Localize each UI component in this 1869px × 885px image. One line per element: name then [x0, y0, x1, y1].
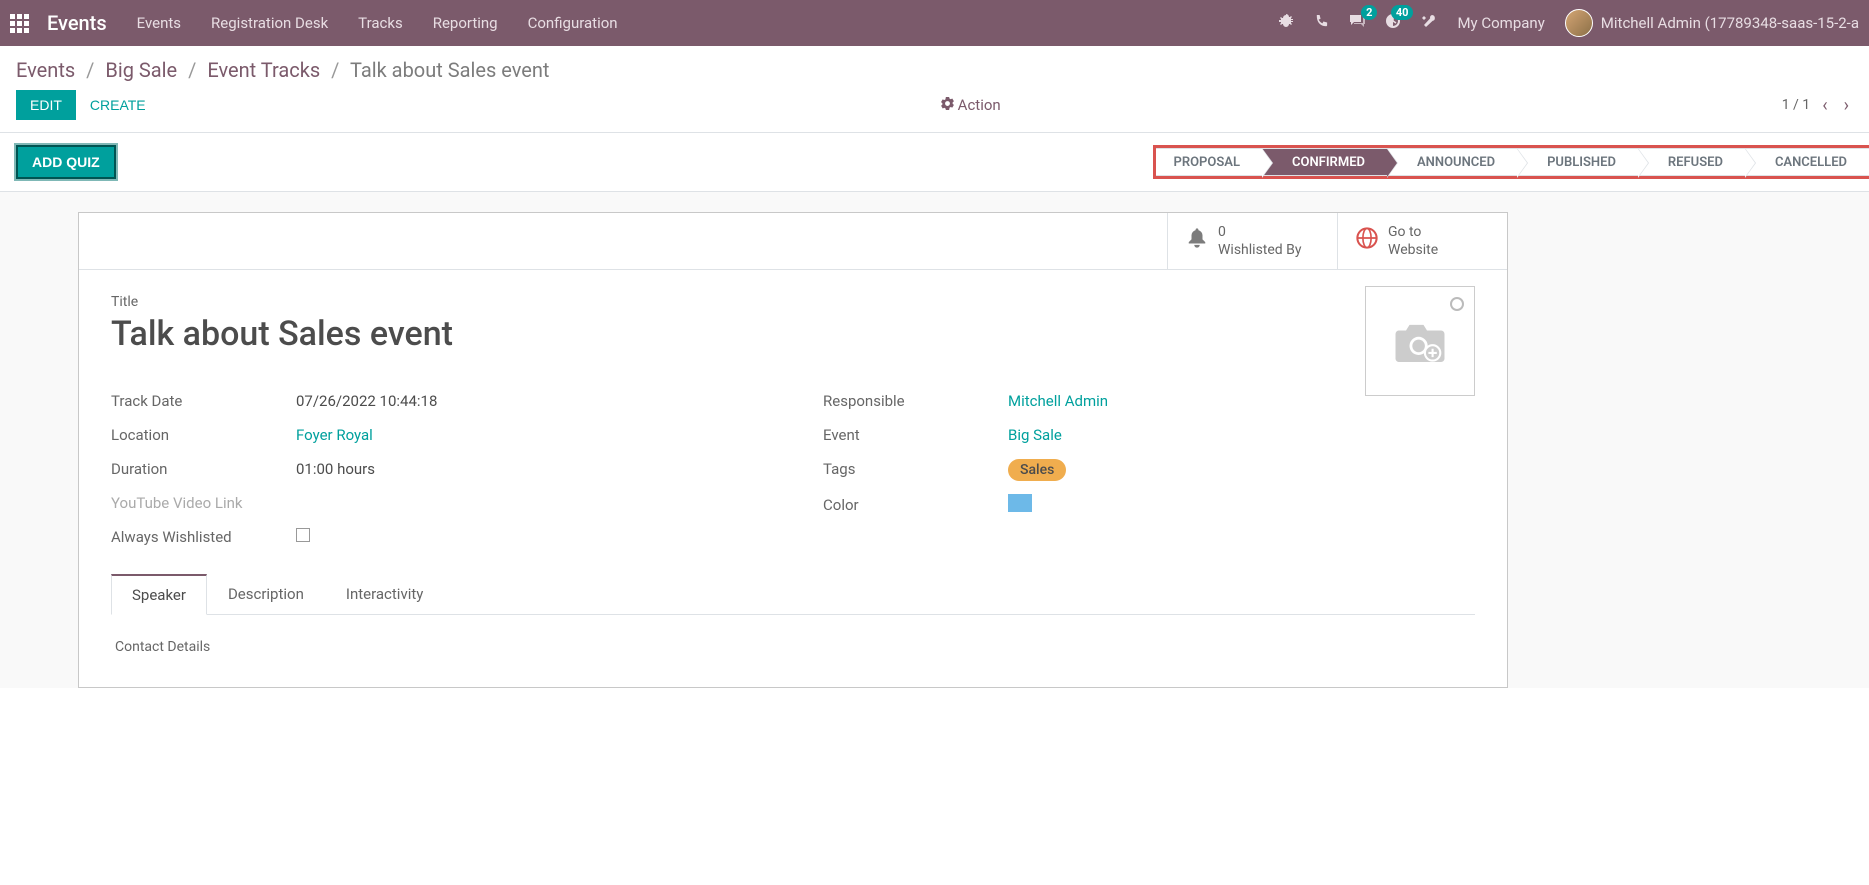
tag-sales[interactable]: Sales [1008, 459, 1066, 481]
tab-content: Contact Details [111, 615, 1475, 663]
gear-icon [941, 96, 954, 114]
track-date-label: Track Date [111, 392, 296, 410]
camera-icon [1385, 311, 1455, 371]
messages-badge: 2 [1361, 5, 1377, 20]
color-label: Color [823, 496, 1008, 514]
tools-icon[interactable] [1421, 13, 1437, 33]
notebook-tabs: Speaker Description Interactivity [111, 574, 1475, 615]
stage-refused[interactable]: REFUSED [1638, 148, 1745, 176]
main-menu: Events Registration Desk Tracks Reportin… [137, 14, 618, 32]
pager-next[interactable]: › [1840, 95, 1853, 116]
nav-reporting[interactable]: Reporting [433, 14, 498, 32]
tags-label: Tags [823, 460, 1008, 478]
user-name: Mitchell Admin (17789348-saas-15-2-a [1601, 14, 1859, 32]
pager-text[interactable]: 1 / 1 [1782, 97, 1810, 113]
company-selector[interactable]: My Company [1457, 14, 1544, 32]
responsible-label: Responsible [823, 392, 1008, 410]
systray: 2 40 My Company Mitchell Admin (17789348… [1278, 9, 1859, 37]
phone-icon[interactable] [1314, 14, 1329, 33]
stage-confirmed[interactable]: CONFIRMED [1262, 148, 1387, 176]
responsible-value[interactable]: Mitchell Admin [1008, 392, 1108, 410]
event-value[interactable]: Big Sale [1008, 426, 1062, 444]
image-placeholder[interactable] [1365, 286, 1475, 396]
breadcrumb-row: Events / Big Sale / Event Tracks / Talk … [0, 46, 1869, 84]
wishlist-label: Wishlisted By [1218, 241, 1302, 259]
activities-icon[interactable]: 40 [1385, 13, 1401, 33]
youtube-label: YouTube Video Link [111, 494, 296, 512]
title-value: Talk about Sales event [111, 314, 1475, 354]
activities-badge: 40 [1391, 5, 1414, 20]
messages-icon[interactable]: 2 [1349, 13, 1365, 33]
crumb-big-sale[interactable]: Big Sale [105, 58, 177, 82]
wishlisted-by-button[interactable]: 0 Wishlisted By [1167, 213, 1337, 269]
top-navbar: Events Events Registration Desk Tracks R… [0, 0, 1869, 46]
tab-speaker[interactable]: Speaker [111, 574, 207, 615]
globe-icon [1356, 227, 1378, 255]
stage-published[interactable]: PUBLISHED [1517, 148, 1638, 176]
tab-interactivity[interactable]: Interactivity [325, 574, 445, 615]
form-view: 0 Wishlisted By Go to Website [0, 192, 1869, 688]
color-swatch[interactable] [1008, 494, 1032, 512]
tab-description[interactable]: Description [207, 574, 325, 615]
left-column: Track Date 07/26/2022 10:44:18 Location … [111, 384, 763, 554]
pager: 1 / 1 ‹ › [1782, 95, 1853, 116]
statusbar: PROPOSALCONFIRMEDANNOUNCEDPUBLISHEDREFUS… [1153, 145, 1869, 179]
always-wishlisted-checkbox[interactable] [296, 528, 310, 542]
right-column: Responsible Mitchell Admin Event Big Sal… [823, 384, 1475, 554]
user-menu[interactable]: Mitchell Admin (17789348-saas-15-2-a [1565, 9, 1859, 37]
go-to-website-button[interactable]: Go to Website [1337, 213, 1507, 269]
contact-details-heading: Contact Details [115, 639, 1471, 655]
add-quiz-button[interactable]: ADD QUIZ [16, 145, 116, 179]
button-box: 0 Wishlisted By Go to Website [79, 213, 1507, 270]
wishlist-count: 0 [1218, 223, 1302, 241]
stage-cancelled[interactable]: CANCELLED [1745, 148, 1869, 176]
apps-icon[interactable] [10, 14, 29, 33]
crumb-current: Talk about Sales event [350, 58, 549, 82]
create-button[interactable]: CREATE [76, 90, 160, 120]
kanban-state-dot[interactable] [1450, 297, 1464, 311]
statusbar-row: ADD QUIZ PROPOSALCONFIRMEDANNOUNCEDPUBLI… [0, 133, 1869, 192]
crumb-event-tracks[interactable]: Event Tracks [207, 58, 320, 82]
crumb-events[interactable]: Events [16, 58, 75, 82]
track-date-value: 07/26/2022 10:44:18 [296, 392, 437, 410]
avatar [1565, 9, 1593, 37]
edit-button[interactable]: EDIT [16, 90, 76, 120]
location-value[interactable]: Foyer Royal [296, 426, 373, 444]
form-sheet: 0 Wishlisted By Go to Website [78, 212, 1508, 688]
breadcrumb: Events / Big Sale / Event Tracks / Talk … [16, 58, 1853, 82]
action-menu[interactable]: Action [941, 96, 1001, 114]
stage-proposal[interactable]: PROPOSAL [1156, 148, 1263, 176]
nav-tracks[interactable]: Tracks [358, 14, 403, 32]
app-brand[interactable]: Events [47, 11, 107, 35]
nav-configuration[interactable]: Configuration [528, 14, 618, 32]
location-label: Location [111, 426, 296, 444]
control-panel: EDIT CREATE Action 1 / 1 ‹ › [0, 84, 1869, 133]
stage-announced[interactable]: ANNOUNCED [1387, 148, 1517, 176]
always-wishlisted-label: Always Wishlisted [111, 528, 296, 546]
nav-registration-desk[interactable]: Registration Desk [211, 14, 328, 32]
duration-value: 01:00 hours [296, 460, 375, 478]
nav-events[interactable]: Events [137, 14, 181, 32]
bell-icon [1186, 227, 1208, 255]
duration-label: Duration [111, 460, 296, 478]
title-label: Title [111, 294, 1475, 310]
event-label: Event [823, 426, 1008, 444]
pager-prev[interactable]: ‹ [1818, 95, 1831, 116]
bug-icon[interactable] [1278, 13, 1294, 33]
